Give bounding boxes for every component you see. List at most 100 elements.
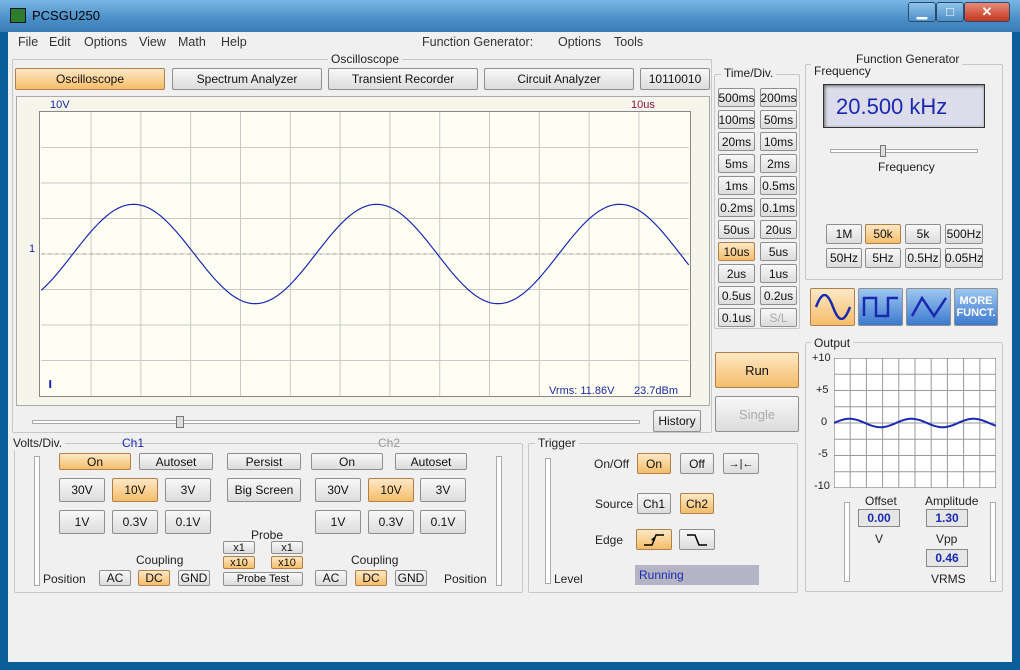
freq-range-1m[interactable]: 1M <box>826 224 862 244</box>
persist-button[interactable]: Persist <box>227 453 301 470</box>
menu-view[interactable]: View <box>139 35 166 49</box>
timediv-1us[interactable]: 1us <box>760 264 797 283</box>
trigger-level-slider[interactable] <box>545 458 551 584</box>
close-button[interactable]: ✕ <box>964 2 1010 22</box>
ch1-range-0-3v[interactable]: 0.3V <box>112 510 158 534</box>
timediv-20us[interactable]: 20us <box>760 220 797 239</box>
trigger-source-ch1[interactable]: Ch1 <box>637 493 671 514</box>
tab-circuit-analyzer[interactable]: Circuit Analyzer <box>484 68 634 90</box>
ch1-probe-x1[interactable]: x1 <box>223 541 255 554</box>
time-position-thumb[interactable] <box>176 416 184 428</box>
ch2-on-button[interactable]: On <box>311 453 383 470</box>
timediv-50ms[interactable]: 50ms <box>760 110 797 129</box>
frequency-slider-thumb[interactable] <box>880 145 886 157</box>
timediv-100ms[interactable]: 100ms <box>718 110 755 129</box>
timediv-0-2us[interactable]: 0.2us <box>760 286 797 305</box>
falling-edge-icon[interactable] <box>679 529 715 550</box>
rising-edge-icon[interactable] <box>636 529 672 550</box>
trigger-on-button[interactable]: On <box>637 453 671 474</box>
timediv-1ms[interactable]: 1ms <box>718 176 755 195</box>
probe-test-button[interactable]: Probe Test <box>223 572 303 586</box>
timediv-2us[interactable]: 2us <box>718 264 755 283</box>
amplitude-slider[interactable] <box>990 502 996 582</box>
freq-range-5hz[interactable]: 5Hz <box>865 248 901 268</box>
square-wave-icon[interactable] <box>858 288 903 326</box>
history-button[interactable]: History <box>653 410 701 432</box>
freq-range-50k[interactable]: 50k <box>865 224 901 244</box>
ch2-position-slider[interactable] <box>496 456 502 586</box>
ch1-range-10v[interactable]: 10V <box>112 478 158 502</box>
timediv-20ms[interactable]: 20ms <box>718 132 755 151</box>
timediv-2ms[interactable]: 2ms <box>760 154 797 173</box>
ch1-range-30v[interactable]: 30V <box>59 478 105 502</box>
ch1-on-button[interactable]: On <box>59 453 131 470</box>
timediv-5us[interactable]: 5us <box>760 242 797 261</box>
ch1-coupling-gnd[interactable]: GND <box>178 570 210 586</box>
freq-range-5k[interactable]: 5k <box>905 224 941 244</box>
ch1-range-0-1v[interactable]: 0.1V <box>165 510 211 534</box>
timediv-0-1ms[interactable]: 0.1ms <box>760 198 797 217</box>
ch2-range-30v[interactable]: 30V <box>315 478 361 502</box>
timediv-200ms[interactable]: 200ms <box>760 88 797 107</box>
ch2-range-10v[interactable]: 10V <box>368 478 414 502</box>
ch2-probe-x10[interactable]: x10 <box>271 556 303 569</box>
trigger-off-button[interactable]: Off <box>680 453 714 474</box>
timediv-5ms[interactable]: 5ms <box>718 154 755 173</box>
tab-spectrum-analyzer[interactable]: Spectrum Analyzer <box>172 68 322 90</box>
menu-math[interactable]: Math <box>178 35 206 49</box>
menu-options[interactable]: Options <box>84 35 127 49</box>
timediv-10ms[interactable]: 10ms <box>760 132 797 151</box>
offset-slider[interactable] <box>844 502 850 582</box>
ch2-range-0-1v[interactable]: 0.1V <box>420 510 466 534</box>
timediv-s-l[interactable]: S/L <box>760 308 797 327</box>
trigger-center-icon[interactable]: →|← <box>723 453 759 474</box>
ch2-range-3v[interactable]: 3V <box>420 478 466 502</box>
time-position-slider[interactable] <box>32 420 640 424</box>
single-button[interactable]: Single <box>715 396 799 432</box>
timediv-10us[interactable]: 10us <box>718 242 755 261</box>
ch2-coupling-gnd[interactable]: GND <box>395 570 427 586</box>
ch2-coupling-ac[interactable]: AC <box>315 570 347 586</box>
ch1-autoset-button[interactable]: Autoset <box>139 453 213 470</box>
timediv-0-2ms[interactable]: 0.2ms <box>718 198 755 217</box>
minimize-button[interactable]: ▁ <box>908 2 936 22</box>
ch2-coupling-dc[interactable]: DC <box>355 570 387 586</box>
timediv-500ms[interactable]: 500ms <box>718 88 755 107</box>
timediv-0-1us[interactable]: 0.1us <box>718 308 755 327</box>
ch2-autoset-button[interactable]: Autoset <box>395 453 467 470</box>
ch2-range-1v[interactable]: 1V <box>315 510 361 534</box>
ch1-range-3v[interactable]: 3V <box>165 478 211 502</box>
tab-transient-recorder[interactable]: Transient Recorder <box>328 68 478 90</box>
run-button[interactable]: Run <box>715 352 799 388</box>
freq-range-0-05hz[interactable]: 0.05Hz <box>945 248 983 268</box>
ch2-probe-x1[interactable]: x1 <box>271 541 303 554</box>
menu-file[interactable]: File <box>18 35 38 49</box>
menu-fg-options[interactable]: Options <box>558 35 601 49</box>
tab-logic-analyzer[interactable]: 10110010 <box>640 68 710 90</box>
ch2-range-0-3v[interactable]: 0.3V <box>368 510 414 534</box>
offset-value[interactable]: 0.00 <box>858 509 900 527</box>
timediv-0-5us[interactable]: 0.5us <box>718 286 755 305</box>
ch1-probe-x10[interactable]: x10 <box>223 556 255 569</box>
ch1-coupling-ac[interactable]: AC <box>99 570 131 586</box>
menu-edit[interactable]: Edit <box>49 35 71 49</box>
freq-range-0-5hz[interactable]: 0.5Hz <box>905 248 941 268</box>
ch1-coupling-dc[interactable]: DC <box>138 570 170 586</box>
trigger-source-ch2[interactable]: Ch2 <box>680 493 714 514</box>
tab-oscilloscope[interactable]: Oscilloscope <box>15 68 165 90</box>
menu-help[interactable]: Help <box>221 35 247 49</box>
maximize-button[interactable]: □ <box>936 2 964 22</box>
sine-wave-icon[interactable] <box>810 288 855 326</box>
ch1-range-1v[interactable]: 1V <box>59 510 105 534</box>
freq-range-50hz[interactable]: 50Hz <box>826 248 862 268</box>
menu-fg-tools[interactable]: Tools <box>614 35 643 49</box>
freq-range-500hz[interactable]: 500Hz <box>945 224 983 244</box>
triangle-wave-icon[interactable] <box>906 288 951 326</box>
more-functions-button[interactable]: MORE FUNCT. <box>954 288 998 326</box>
amplitude-value[interactable]: 1.30 <box>926 509 968 527</box>
ch1-position-slider[interactable] <box>34 456 40 586</box>
frequency-slider[interactable] <box>830 149 978 153</box>
timediv-50us[interactable]: 50us <box>718 220 755 239</box>
timediv-0-5ms[interactable]: 0.5ms <box>760 176 797 195</box>
big-screen-button[interactable]: Big Screen <box>227 478 301 502</box>
